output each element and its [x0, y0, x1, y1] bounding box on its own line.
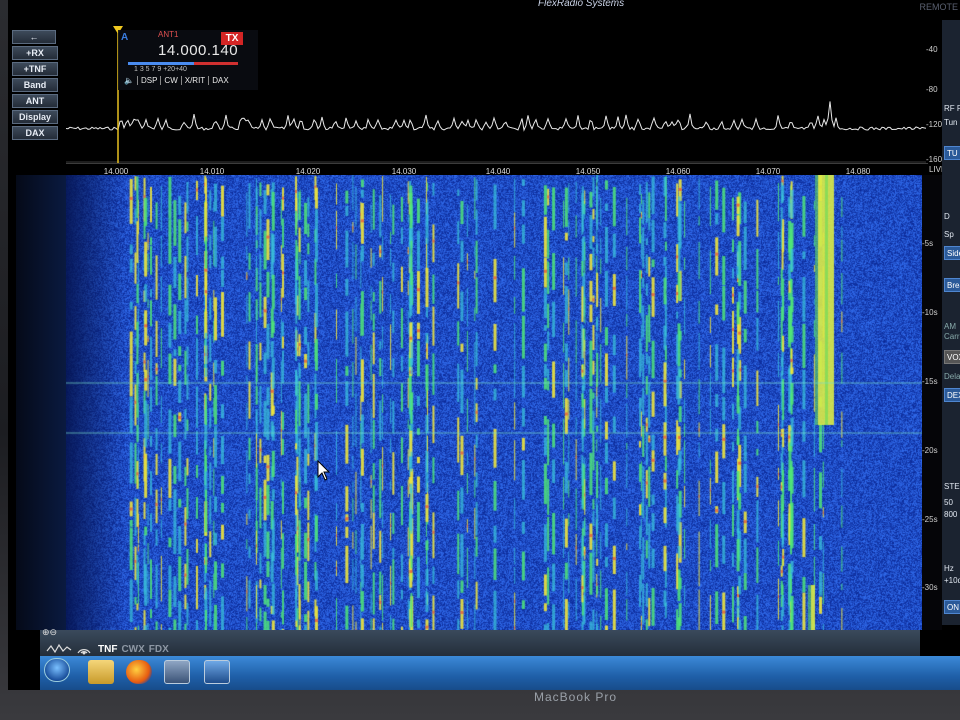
status-items: TNF CWX FDX [98, 644, 169, 655]
tune-label: Tun [944, 118, 958, 127]
step-50[interactable]: 50 [944, 498, 953, 507]
time-label: -5s [922, 239, 934, 248]
firefox-icon[interactable] [126, 660, 152, 684]
band-button[interactable]: Band [12, 78, 58, 92]
time-label: -10s [922, 308, 938, 317]
add-tnf-button[interactable]: +TNF [12, 62, 58, 76]
break-in-button[interactable]: Break [944, 278, 960, 292]
dexp-button[interactable]: DEX [944, 388, 960, 402]
arrow-left-button[interactable]: ← [12, 30, 56, 44]
waterfall-canvas[interactable] [66, 175, 922, 630]
signal-icon [46, 643, 72, 654]
remote-label: REMOTE [919, 2, 958, 12]
explorer-icon[interactable] [88, 660, 114, 684]
rf-power-label: RF P [944, 104, 960, 113]
db-label: -80 [926, 85, 938, 94]
dsp-option[interactable]: DSP [141, 76, 162, 85]
speaker-icon[interactable]: 🔈 [124, 76, 138, 85]
start-orb-icon[interactable] [44, 658, 70, 682]
fdx-status[interactable]: FDX [149, 644, 169, 655]
xrit-option[interactable]: X/RIT [185, 76, 210, 85]
dax-option[interactable]: DAX [212, 76, 231, 85]
db-label: -40 [926, 45, 938, 54]
tune-button[interactable]: TU [944, 146, 960, 160]
tnf-status[interactable]: TNF [98, 644, 117, 655]
antenna-label[interactable]: ANT1 [158, 30, 178, 39]
dax-button[interactable]: DAX [12, 126, 58, 140]
screen: FlexRadio Systems REMOTE ← +RX +TNF Band… [8, 0, 960, 690]
sidetone-button[interactable]: Side [944, 246, 960, 260]
spectrum-trace [66, 101, 926, 132]
smartsdr-icon[interactable] [164, 660, 190, 684]
time-label: -25s [922, 515, 938, 524]
status-bar [40, 630, 920, 656]
brand-label: FlexRadio Systems [538, 0, 625, 9]
gain-label: +10dB [944, 576, 960, 585]
step-800[interactable]: 800 [944, 510, 957, 519]
waterfall-time-scale: -5s -10s -15s -20s -25s -30s [922, 175, 942, 630]
ant-button[interactable]: ANT [12, 94, 58, 108]
db-label: -120 [926, 120, 943, 129]
cat-icon[interactable] [204, 660, 230, 684]
frequency-axis[interactable]: 14.000 14.010 14.020 14.030 14.040 14.05… [66, 163, 928, 176]
speed-label: Sp [944, 230, 954, 239]
delay-label: D [944, 212, 950, 221]
right-control-panel: RF P Tun TU D Sp Side Break AM Carrie VO… [942, 20, 960, 625]
delay-vox-label: Dela [944, 372, 960, 381]
waterfall-left-edge [16, 175, 66, 630]
db-label: -160 [926, 155, 943, 164]
slice-letter[interactable]: A [121, 32, 128, 43]
network-icon [77, 649, 91, 655]
macbook-label: MacBook Pro [534, 690, 618, 704]
waterfall[interactable] [66, 175, 922, 630]
vox-button[interactable]: VOX [944, 350, 960, 364]
time-label: -20s [922, 446, 938, 455]
display-button[interactable]: Display [12, 110, 58, 124]
add-rx-button[interactable]: +RX [12, 46, 58, 60]
time-label: -15s [922, 377, 938, 386]
cwx-status[interactable]: CWX [121, 644, 144, 655]
hz-label: Hz [944, 564, 954, 573]
s-meter-bar [128, 62, 238, 65]
mouse-cursor-icon [317, 460, 331, 481]
slice-options: 🔈 DSP CW X/RIT DAX [124, 76, 232, 85]
s-meter-scale: 1 3 5 7 9 +20+40 [134, 66, 187, 73]
on-button[interactable]: ON [944, 600, 960, 614]
cw-option[interactable]: CW [164, 76, 182, 85]
time-label: -30s [922, 583, 938, 592]
step-label: STEP: [944, 482, 960, 491]
am-label: AM [944, 322, 956, 331]
frequency-display[interactable]: 14.000.140 [158, 42, 238, 59]
carrier-label: Carrie [944, 332, 960, 341]
zoom-icons[interactable]: ⊕⊖ [42, 627, 57, 638]
